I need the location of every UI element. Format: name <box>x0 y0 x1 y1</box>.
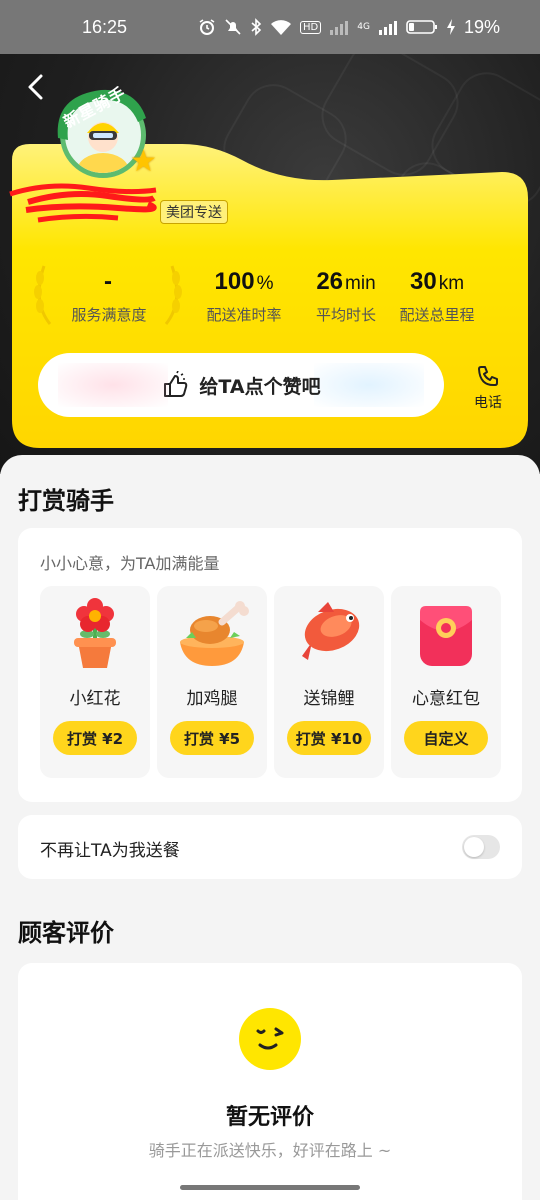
signal-icon <box>330 21 349 35</box>
block-rider-setting: 不再让TA为我送餐 <box>18 815 522 879</box>
gift-name: 心意红包 <box>412 689 480 709</box>
empty-review-subtitle: 骑手正在派送快乐，好评在路上 ~ <box>148 1141 392 1160</box>
stat-on-time-rate: 100% 配送准时率 <box>186 268 302 325</box>
phone-button[interactable]: 电话 <box>466 364 510 412</box>
stat-satisfaction: - 服务满意度 <box>60 268 158 325</box>
block-rider-label: 不再让TA为我送餐 <box>40 841 180 861</box>
tip-section-title: 打赏骑手 <box>18 487 114 515</box>
review-section-title: 顾客评价 <box>18 919 114 947</box>
phone-button-label: 电话 <box>474 395 502 411</box>
rider-stats: - 服务满意度 100% 配送准时率 26 min 平均时长 30 km 配送总里程 <box>60 268 480 325</box>
stat-average-time: 26 min 平均时长 <box>306 268 386 325</box>
rider-badge: 新星骑手 ★ <box>46 78 157 188</box>
network-badge: HD <box>300 20 322 34</box>
like-button[interactable]: 给TA点个赞吧 <box>38 353 444 417</box>
gift-name: 小红花 <box>69 689 121 709</box>
stat-value: 30 <box>409 268 437 295</box>
stat-value: 100 <box>214 268 255 295</box>
empty-review-title: 暂无评价 <box>225 1105 314 1130</box>
bluetooth-icon <box>251 18 262 36</box>
tip-10-button[interactable]: 打赏 ¥10 <box>287 721 371 755</box>
stat-total-distance: 30 km 配送总里程 <box>394 268 480 325</box>
gift-name: 送锦鲤 <box>303 689 355 709</box>
status-time: 16:25 <box>82 16 128 37</box>
phone-icon <box>478 366 498 387</box>
chicken-leg-icon <box>180 601 249 666</box>
review-card: 暂无评价 骑手正在派送快乐，好评在路上 ~ <box>18 963 522 1200</box>
tip-card: 小小心意，为TA加满能量 小红花 打赏 ¥2 加鸡腿 打赏 ¥5 送锦鲤 打赏 … <box>18 528 522 802</box>
mute-icon <box>225 19 241 35</box>
stat-unit: % <box>256 273 274 294</box>
battery-percent: 19% <box>463 16 500 37</box>
gift-red-envelope[interactable]: 心意红包 自定义 <box>391 586 501 778</box>
tip-2-button[interactable]: 打赏 ¥2 <box>53 721 137 755</box>
stat-value: 26 <box>316 268 344 295</box>
flower-pot-icon <box>74 598 116 668</box>
gift-name: 加鸡腿 <box>186 689 238 709</box>
red-envelope-icon <box>420 606 472 666</box>
stat-value: - <box>104 268 112 295</box>
gift-chicken-leg[interactable]: 加鸡腿 打赏 ¥5 <box>157 586 267 778</box>
stat-unit: min <box>345 273 376 294</box>
signal-label: 4G <box>357 22 370 32</box>
star-icon: ★ <box>130 144 157 179</box>
battery-icon <box>406 20 437 34</box>
stat-label: 配送准时率 <box>206 306 282 324</box>
toggle-knob <box>464 837 484 857</box>
brand-tag: 美团专送 <box>160 200 228 224</box>
stat-unit: km <box>438 273 465 294</box>
status-icons: HD 4G 19% <box>198 17 500 38</box>
chevron-left-icon <box>28 74 43 100</box>
rider-name-redacted <box>9 183 157 223</box>
stat-label: 平均时长 <box>315 306 376 324</box>
gift-koi[interactable]: 送锦鲤 打赏 ¥10 <box>274 586 384 778</box>
koi-fish-icon <box>302 602 360 660</box>
block-rider-toggle[interactable] <box>462 835 500 859</box>
tip-5-button[interactable]: 打赏 ¥5 <box>170 721 254 755</box>
signal-icon-2 <box>378 21 397 35</box>
home-indicator[interactable] <box>180 1185 360 1190</box>
winking-face-icon <box>239 1008 301 1070</box>
tip-subtitle: 小小心意，为TA加满能量 <box>40 554 220 573</box>
charging-icon <box>446 19 455 35</box>
custom-tip-button[interactable]: 自定义 <box>404 721 488 755</box>
stat-label: 服务满意度 <box>71 306 147 324</box>
status-bar: 16:25 HD 4G 19% <box>0 0 540 54</box>
alarm-icon <box>199 19 215 35</box>
stat-label: 配送总里程 <box>399 306 475 324</box>
gift-flower[interactable]: 小红花 打赏 ¥2 <box>40 586 150 778</box>
wifi-icon <box>271 20 292 35</box>
laurel-left-icon <box>34 265 52 325</box>
content-sheet: 打赏骑手 小小心意，为TA加满能量 小红花 打赏 ¥2 加鸡腿 打赏 ¥5 送锦… <box>0 455 540 1200</box>
like-button-label: 给TA点个赞吧 <box>199 375 321 398</box>
